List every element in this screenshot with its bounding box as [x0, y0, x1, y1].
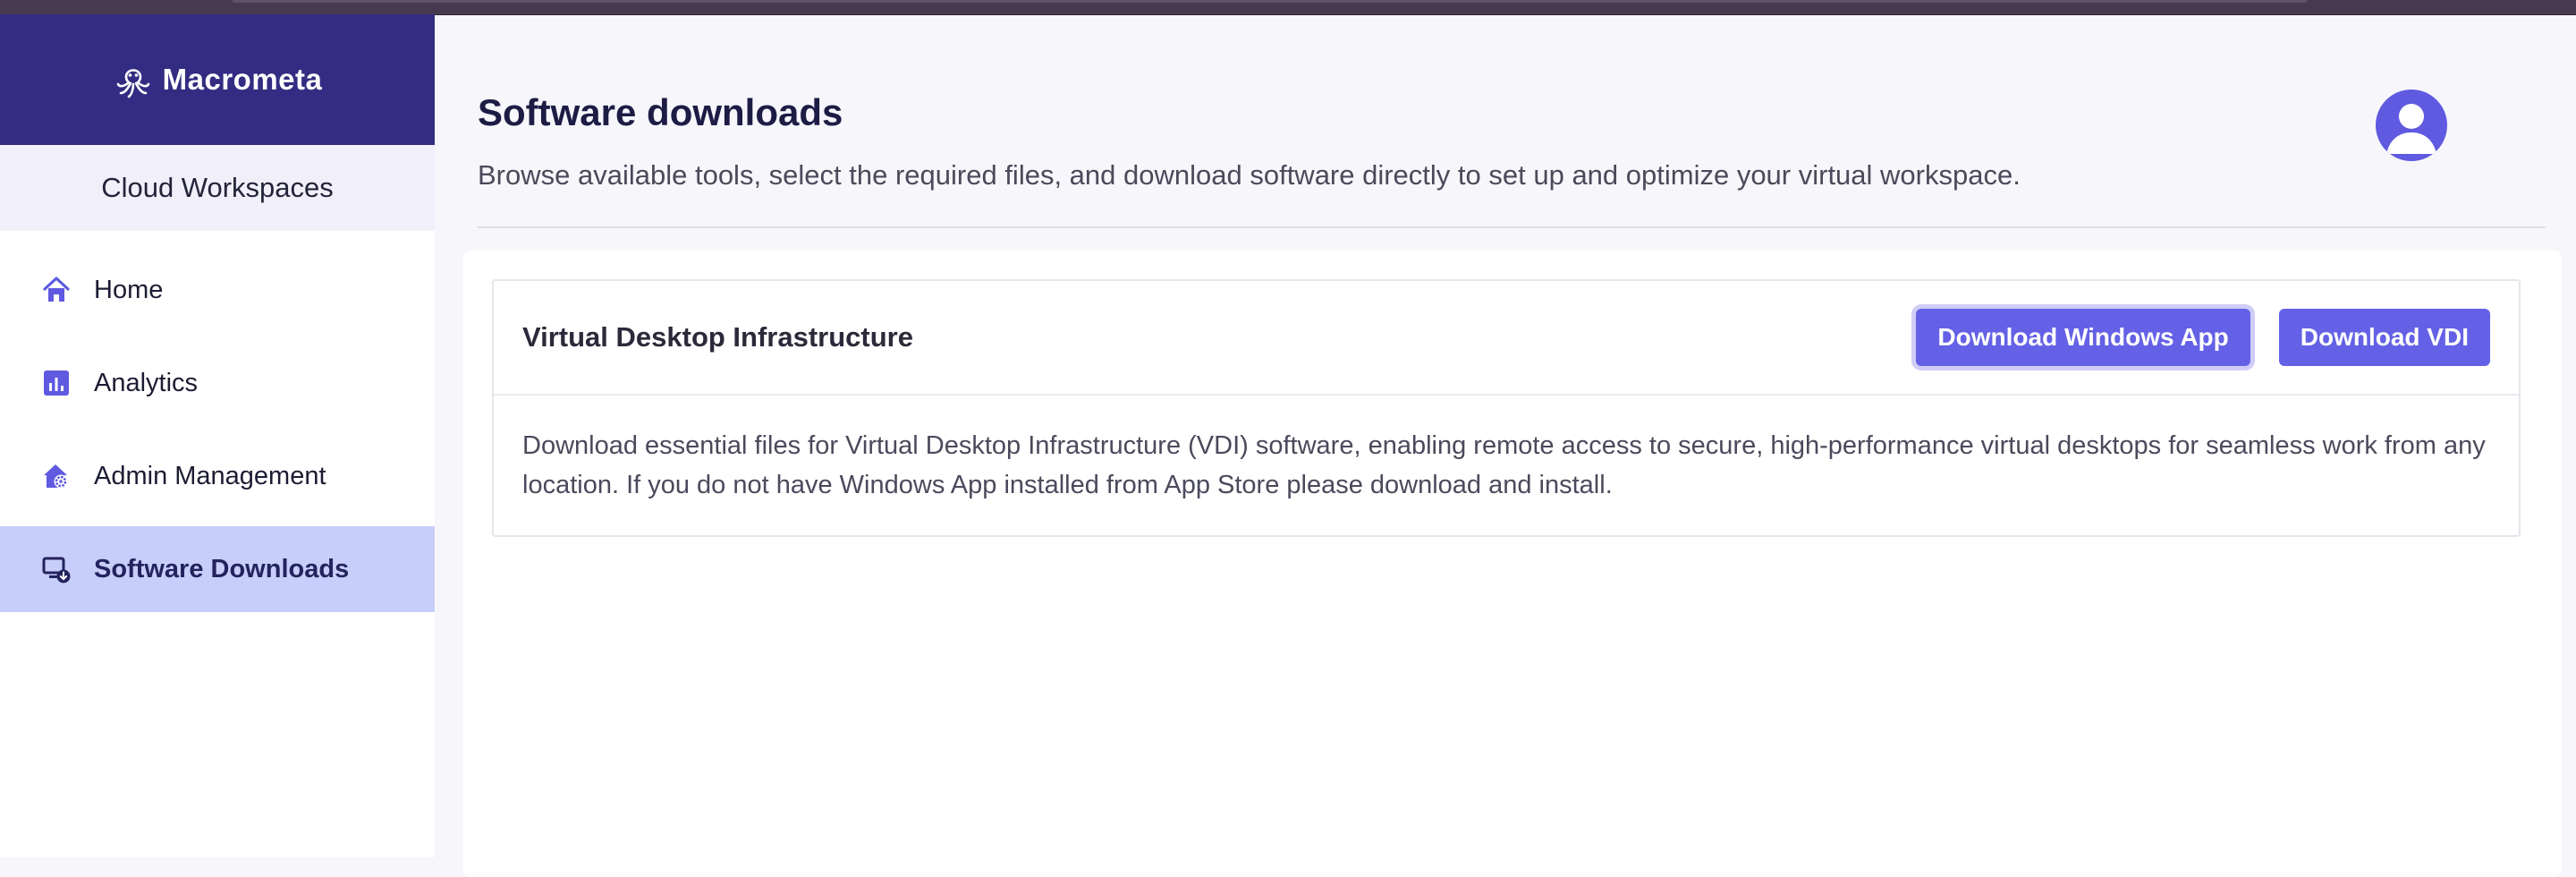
sidebar-item-admin-management[interactable]: Admin Management [0, 433, 435, 519]
analytics-icon [41, 368, 72, 398]
sidebar-item-analytics[interactable]: Analytics [0, 340, 435, 426]
octopus-logo-icon [116, 69, 149, 98]
main-content: Software downloads Browse available tool… [435, 14, 2576, 877]
sidebar-item-home[interactable]: Home [0, 247, 435, 333]
content-panel: Virtual Desktop Infrastructure Download … [463, 251, 2562, 877]
software-downloads-icon [41, 554, 72, 584]
user-avatar-icon [2386, 104, 2436, 154]
download-windows-app-button[interactable]: Download Windows App [1916, 309, 2250, 366]
card-description: Download essential files for Virtual Des… [522, 431, 2486, 499]
download-vdi-button[interactable]: Download VDI [2278, 309, 2490, 366]
page-subtitle: Browse available tools, select the requi… [478, 159, 2021, 191]
user-avatar[interactable] [2376, 89, 2447, 161]
sidebar-item-label: Admin Management [94, 461, 326, 490]
workspace-title: Cloud Workspaces [0, 145, 435, 231]
page-title: Software downloads [478, 91, 843, 133]
sidebar-item-label: Software Downloads [94, 554, 350, 583]
sidebar: Macrometa Cloud Workspaces Home Analytic… [0, 14, 435, 857]
brand-logo[interactable]: Macrometa [113, 59, 323, 100]
sidebar-nav: Home Analytics Admin Management Software… [0, 247, 435, 612]
sidebar-item-software-downloads[interactable]: Software Downloads [0, 526, 435, 612]
brand-name: Macrometa [162, 63, 323, 96]
brand-header: Macrometa [0, 14, 435, 145]
vdi-card: Virtual Desktop Infrastructure Download … [492, 279, 2521, 537]
home-icon [41, 275, 72, 305]
window-top-bar [0, 0, 2576, 15]
sidebar-item-label: Analytics [94, 368, 199, 397]
sidebar-item-label: Home [94, 275, 164, 304]
card-title: Virtual Desktop Infrastructure [522, 321, 913, 353]
card-header: Virtual Desktop Infrastructure Download … [494, 281, 2519, 396]
admin-management-icon [41, 461, 72, 491]
header-divider [478, 226, 2546, 228]
